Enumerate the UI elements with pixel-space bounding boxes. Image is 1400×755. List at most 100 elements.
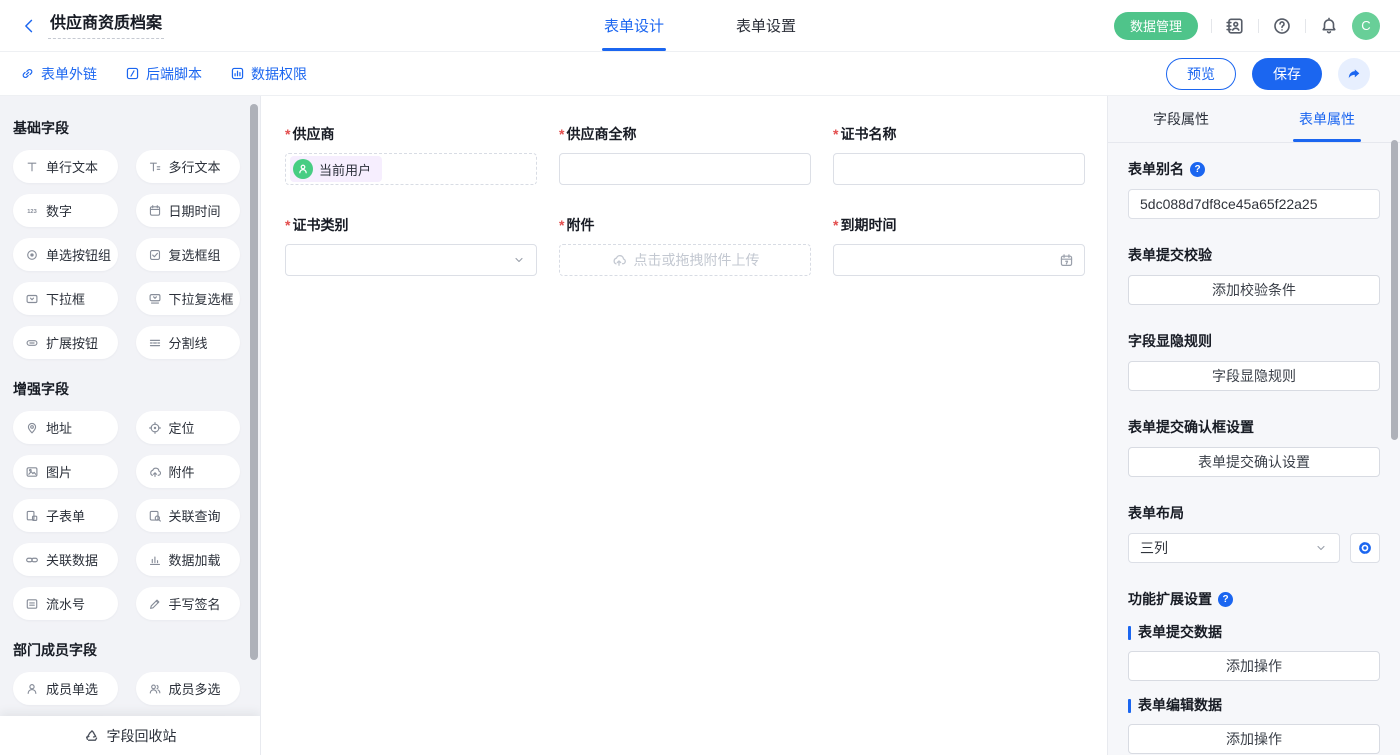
panel-subsection-title: 表单提交数据 — [1128, 624, 1380, 641]
panel-scrollbar[interactable] — [1391, 140, 1398, 440]
member-single-icon — [25, 682, 39, 696]
field-type-pill-label: 复选框组 — [169, 245, 221, 264]
layout-gear-button[interactable] — [1350, 533, 1380, 563]
field-recycle-bin-button[interactable]: 字段回收站 — [0, 716, 260, 755]
field-type-pill[interactable]: 地址 — [13, 411, 118, 444]
date-field[interactable] — [833, 244, 1085, 276]
save-button[interactable]: 保存 — [1252, 58, 1322, 90]
form-alias-input[interactable]: 5dc088d7df8ce45a65f22a25 — [1128, 189, 1380, 219]
required-asterisk: * — [285, 217, 290, 234]
panel-action-button[interactable]: 表单提交确认设置 — [1128, 447, 1380, 477]
current-user-tag-label: 当前用户 — [319, 160, 371, 179]
tab-form-settings[interactable]: 表单设置 — [736, 0, 796, 51]
field-type-pill[interactable]: 手写签名 — [136, 587, 241, 620]
contacts-icon[interactable] — [1225, 16, 1245, 36]
signature-icon — [148, 597, 162, 611]
upload-placeholder: 点击或拖拽附件上传 — [634, 250, 760, 270]
field-type-pill[interactable]: 日期时间 — [136, 194, 241, 227]
bell-icon[interactable] — [1319, 16, 1339, 36]
user-icon — [293, 159, 313, 179]
field-type-pill[interactable]: 图片 — [13, 455, 118, 488]
data-manage-button[interactable]: 数据管理 — [1114, 12, 1198, 40]
tab-form-design[interactable]: 表单设计 — [604, 0, 664, 51]
required-asterisk: * — [559, 126, 564, 143]
attachment-upload-area[interactable]: 点击或拖拽附件上传 — [559, 244, 811, 276]
recycle-icon — [84, 728, 100, 744]
accent-bar — [1128, 699, 1131, 713]
page-title[interactable]: 供应商资质档案 — [48, 13, 164, 39]
field-type-pill-label: 数据加载 — [169, 550, 221, 569]
data-permission-button[interactable]: 数据权限 — [230, 64, 307, 84]
field-type-pill[interactable]: 成员多选 — [136, 672, 241, 705]
canvas-form-field[interactable]: *供应商当前用户 — [285, 126, 537, 185]
field-type-pill[interactable]: 多行文本 — [136, 150, 241, 183]
tab-form-properties[interactable]: 表单属性 — [1254, 96, 1400, 142]
field-type-pill[interactable]: 分割线 — [136, 326, 241, 359]
field-type-pill[interactable]: 数据加载 — [136, 543, 241, 576]
image-icon — [25, 465, 39, 479]
field-type-pill-label: 图片 — [46, 462, 72, 481]
panel-section: 字段显隐规则字段显隐规则 — [1128, 333, 1380, 391]
avatar[interactable]: C — [1352, 12, 1380, 40]
field-type-pill-label: 数字 — [46, 201, 72, 220]
member-multi-icon — [148, 682, 162, 696]
field-type-pill[interactable]: 子表单 — [13, 499, 118, 532]
panel-subsection-title: 表单编辑数据 — [1128, 697, 1380, 714]
panel-section: 表单别名? 5dc088d7df8ce45a65f22a25 — [1128, 161, 1380, 219]
text-input-field[interactable] — [833, 153, 1085, 185]
help-circle-icon[interactable]: ? — [1218, 592, 1233, 607]
field-type-pill-label: 扩展按钮 — [46, 333, 98, 352]
relation-data-icon — [25, 553, 39, 567]
app-header: 供应商资质档案 表单设计 表单设置 数据管理 C — [0, 0, 1400, 52]
text-input-field[interactable] — [559, 153, 811, 185]
sidebar-scrollbar[interactable] — [250, 104, 258, 660]
multi-text-icon — [148, 160, 162, 174]
field-type-pill[interactable]: 扩展按钮 — [13, 326, 118, 359]
field-type-pill[interactable]: 复选框组 — [136, 238, 241, 271]
field-type-pill[interactable]: 下拉复选框 — [136, 282, 241, 315]
preview-button[interactable]: 预览 — [1166, 58, 1236, 90]
help-icon[interactable] — [1272, 16, 1292, 36]
panel-action-button[interactable]: 添加校验条件 — [1128, 275, 1380, 305]
field-type-pill[interactable]: 关联数据 — [13, 543, 118, 576]
required-asterisk: * — [833, 126, 838, 143]
current-user-tag[interactable]: 当前用户 — [290, 156, 382, 182]
backend-script-button[interactable]: 后端脚本 — [125, 64, 202, 84]
field-type-pill[interactable]: 附件 — [136, 455, 241, 488]
canvas-form-field[interactable]: *附件点击或拖拽附件上传 — [559, 217, 811, 276]
field-type-pill-label: 单行文本 — [46, 157, 98, 176]
field-type-pill[interactable]: 流水号 — [13, 587, 118, 620]
field-type-pill[interactable]: 定位 — [136, 411, 241, 444]
field-type-pill[interactable]: 123数字 — [13, 194, 118, 227]
add-operation-button[interactable]: 添加操作 — [1128, 724, 1380, 754]
field-type-pill[interactable]: 单选按钮组 — [13, 238, 118, 271]
canvas-form-field[interactable]: *证书名称 — [833, 126, 1085, 185]
canvas-form-field[interactable]: *证书类别 — [285, 217, 537, 276]
field-type-pill-label: 关联查询 — [169, 506, 221, 525]
canvas-form-field[interactable]: *供应商全称 — [559, 126, 811, 185]
select-field[interactable] — [285, 244, 537, 276]
canvas-form-field[interactable]: *到期时间 — [833, 217, 1085, 276]
panel-action-button[interactable]: 字段显隐规则 — [1128, 361, 1380, 391]
sub-toolbar: 表单外链 后端脚本 数据权限 预览 保存 — [0, 52, 1400, 96]
add-operation-button[interactable]: 添加操作 — [1128, 651, 1380, 681]
tab-field-properties[interactable]: 字段属性 — [1108, 96, 1254, 142]
back-icon[interactable] — [20, 17, 38, 35]
field-type-pill-label: 子表单 — [46, 506, 85, 525]
share-button[interactable] — [1338, 58, 1370, 90]
field-type-pill[interactable]: 下拉框 — [13, 282, 118, 315]
panel-section: 功能扩展设置?表单提交数据添加操作表单编辑数据添加操作 — [1128, 591, 1380, 754]
form-external-link-button[interactable]: 表单外链 — [20, 64, 97, 84]
panel-section-title: 表单别名? — [1128, 161, 1380, 178]
form-layout-select[interactable]: 三列 — [1128, 533, 1340, 563]
panel-tabs: 字段属性 表单属性 — [1108, 96, 1400, 143]
extend-button-icon — [25, 336, 39, 350]
chevron-down-icon — [512, 253, 526, 267]
field-type-pill[interactable]: 成员单选 — [13, 672, 118, 705]
calendar-icon — [1059, 253, 1074, 268]
field-type-pill[interactable]: 单行文本 — [13, 150, 118, 183]
panel-section-title: 表单提交校验 — [1128, 247, 1380, 264]
help-circle-icon[interactable]: ? — [1190, 162, 1205, 177]
supplier-field-box[interactable]: 当前用户 — [285, 153, 537, 185]
field-type-pill[interactable]: 关联查询 — [136, 499, 241, 532]
